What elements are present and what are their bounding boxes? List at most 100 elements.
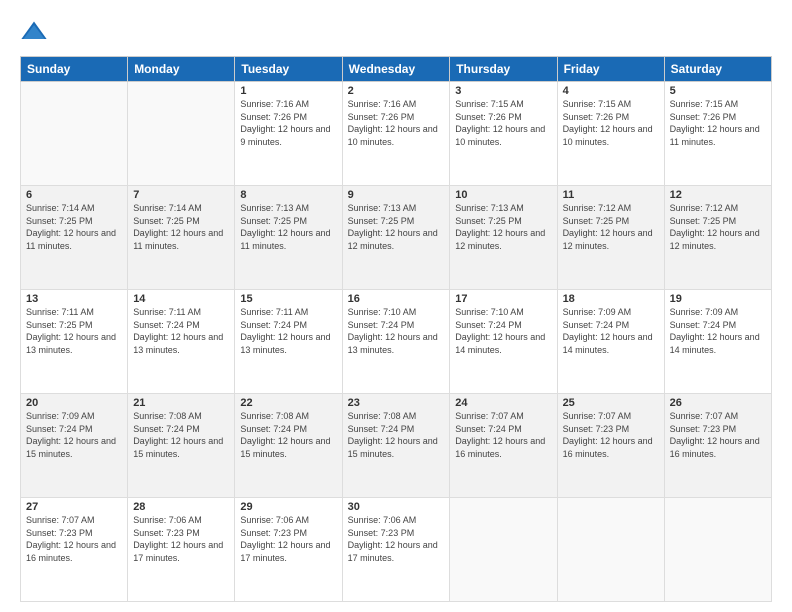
day-number: 21 bbox=[133, 397, 229, 409]
day-info: Sunrise: 7:08 AMSunset: 7:24 PMDaylight:… bbox=[348, 410, 445, 460]
day-number: 26 bbox=[670, 397, 766, 409]
calendar-empty-cell bbox=[128, 82, 235, 186]
calendar-day-23: 23Sunrise: 7:08 AMSunset: 7:24 PMDayligh… bbox=[342, 394, 450, 498]
day-info: Sunrise: 7:16 AMSunset: 7:26 PMDaylight:… bbox=[348, 98, 445, 148]
day-info: Sunrise: 7:06 AMSunset: 7:23 PMDaylight:… bbox=[240, 514, 336, 564]
calendar-day-24: 24Sunrise: 7:07 AMSunset: 7:24 PMDayligh… bbox=[450, 394, 557, 498]
day-info: Sunrise: 7:07 AMSunset: 7:23 PMDaylight:… bbox=[26, 514, 122, 564]
day-info: Sunrise: 7:08 AMSunset: 7:24 PMDaylight:… bbox=[240, 410, 336, 460]
header-thursday: Thursday bbox=[450, 57, 557, 82]
day-number: 3 bbox=[455, 85, 551, 97]
day-number: 13 bbox=[26, 293, 122, 305]
day-number: 25 bbox=[563, 397, 659, 409]
day-info: Sunrise: 7:07 AMSunset: 7:24 PMDaylight:… bbox=[455, 410, 551, 460]
calendar-day-3: 3Sunrise: 7:15 AMSunset: 7:26 PMDaylight… bbox=[450, 82, 557, 186]
day-number: 16 bbox=[348, 293, 445, 305]
day-info: Sunrise: 7:13 AMSunset: 7:25 PMDaylight:… bbox=[348, 202, 445, 252]
day-number: 11 bbox=[563, 189, 659, 201]
day-number: 1 bbox=[240, 85, 336, 97]
calendar-day-30: 30Sunrise: 7:06 AMSunset: 7:23 PMDayligh… bbox=[342, 498, 450, 602]
calendar-day-19: 19Sunrise: 7:09 AMSunset: 7:24 PMDayligh… bbox=[664, 290, 771, 394]
calendar-day-1: 1Sunrise: 7:16 AMSunset: 7:26 PMDaylight… bbox=[235, 82, 342, 186]
day-info: Sunrise: 7:09 AMSunset: 7:24 PMDaylight:… bbox=[670, 306, 766, 356]
day-info: Sunrise: 7:11 AMSunset: 7:25 PMDaylight:… bbox=[26, 306, 122, 356]
day-info: Sunrise: 7:06 AMSunset: 7:23 PMDaylight:… bbox=[133, 514, 229, 564]
day-info: Sunrise: 7:15 AMSunset: 7:26 PMDaylight:… bbox=[670, 98, 766, 148]
day-number: 24 bbox=[455, 397, 551, 409]
header-tuesday: Tuesday bbox=[235, 57, 342, 82]
day-info: Sunrise: 7:11 AMSunset: 7:24 PMDaylight:… bbox=[133, 306, 229, 356]
calendar-week-row: 13Sunrise: 7:11 AMSunset: 7:25 PMDayligh… bbox=[21, 290, 772, 394]
calendar-day-11: 11Sunrise: 7:12 AMSunset: 7:25 PMDayligh… bbox=[557, 186, 664, 290]
header-saturday: Saturday bbox=[664, 57, 771, 82]
calendar-day-18: 18Sunrise: 7:09 AMSunset: 7:24 PMDayligh… bbox=[557, 290, 664, 394]
calendar-week-row: 27Sunrise: 7:07 AMSunset: 7:23 PMDayligh… bbox=[21, 498, 772, 602]
day-info: Sunrise: 7:15 AMSunset: 7:26 PMDaylight:… bbox=[563, 98, 659, 148]
day-info: Sunrise: 7:15 AMSunset: 7:26 PMDaylight:… bbox=[455, 98, 551, 148]
calendar-day-8: 8Sunrise: 7:13 AMSunset: 7:25 PMDaylight… bbox=[235, 186, 342, 290]
day-info: Sunrise: 7:16 AMSunset: 7:26 PMDaylight:… bbox=[240, 98, 336, 148]
calendar-day-25: 25Sunrise: 7:07 AMSunset: 7:23 PMDayligh… bbox=[557, 394, 664, 498]
day-number: 18 bbox=[563, 293, 659, 305]
calendar-week-row: 1Sunrise: 7:16 AMSunset: 7:26 PMDaylight… bbox=[21, 82, 772, 186]
day-info: Sunrise: 7:09 AMSunset: 7:24 PMDaylight:… bbox=[563, 306, 659, 356]
calendar-day-17: 17Sunrise: 7:10 AMSunset: 7:24 PMDayligh… bbox=[450, 290, 557, 394]
calendar-empty-cell bbox=[450, 498, 557, 602]
calendar-day-15: 15Sunrise: 7:11 AMSunset: 7:24 PMDayligh… bbox=[235, 290, 342, 394]
day-number: 8 bbox=[240, 189, 336, 201]
header-friday: Friday bbox=[557, 57, 664, 82]
calendar-day-28: 28Sunrise: 7:06 AMSunset: 7:23 PMDayligh… bbox=[128, 498, 235, 602]
calendar-week-row: 6Sunrise: 7:14 AMSunset: 7:25 PMDaylight… bbox=[21, 186, 772, 290]
calendar-day-16: 16Sunrise: 7:10 AMSunset: 7:24 PMDayligh… bbox=[342, 290, 450, 394]
logo-icon bbox=[20, 18, 48, 46]
day-number: 30 bbox=[348, 501, 445, 513]
calendar-week-row: 20Sunrise: 7:09 AMSunset: 7:24 PMDayligh… bbox=[21, 394, 772, 498]
day-info: Sunrise: 7:07 AMSunset: 7:23 PMDaylight:… bbox=[670, 410, 766, 460]
calendar-day-5: 5Sunrise: 7:15 AMSunset: 7:26 PMDaylight… bbox=[664, 82, 771, 186]
day-info: Sunrise: 7:12 AMSunset: 7:25 PMDaylight:… bbox=[563, 202, 659, 252]
calendar-day-20: 20Sunrise: 7:09 AMSunset: 7:24 PMDayligh… bbox=[21, 394, 128, 498]
day-number: 23 bbox=[348, 397, 445, 409]
day-info: Sunrise: 7:10 AMSunset: 7:24 PMDaylight:… bbox=[348, 306, 445, 356]
day-number: 14 bbox=[133, 293, 229, 305]
day-number: 9 bbox=[348, 189, 445, 201]
calendar-day-4: 4Sunrise: 7:15 AMSunset: 7:26 PMDaylight… bbox=[557, 82, 664, 186]
calendar-day-14: 14Sunrise: 7:11 AMSunset: 7:24 PMDayligh… bbox=[128, 290, 235, 394]
calendar-day-22: 22Sunrise: 7:08 AMSunset: 7:24 PMDayligh… bbox=[235, 394, 342, 498]
day-number: 10 bbox=[455, 189, 551, 201]
calendar-empty-cell bbox=[21, 82, 128, 186]
day-number: 17 bbox=[455, 293, 551, 305]
day-info: Sunrise: 7:10 AMSunset: 7:24 PMDaylight:… bbox=[455, 306, 551, 356]
day-info: Sunrise: 7:13 AMSunset: 7:25 PMDaylight:… bbox=[240, 202, 336, 252]
day-info: Sunrise: 7:12 AMSunset: 7:25 PMDaylight:… bbox=[670, 202, 766, 252]
day-number: 2 bbox=[348, 85, 445, 97]
calendar-header-row: SundayMondayTuesdayWednesdayThursdayFrid… bbox=[21, 57, 772, 82]
day-info: Sunrise: 7:08 AMSunset: 7:24 PMDaylight:… bbox=[133, 410, 229, 460]
day-number: 5 bbox=[670, 85, 766, 97]
day-number: 20 bbox=[26, 397, 122, 409]
header-sunday: Sunday bbox=[21, 57, 128, 82]
day-info: Sunrise: 7:09 AMSunset: 7:24 PMDaylight:… bbox=[26, 410, 122, 460]
day-number: 6 bbox=[26, 189, 122, 201]
day-info: Sunrise: 7:06 AMSunset: 7:23 PMDaylight:… bbox=[348, 514, 445, 564]
day-number: 12 bbox=[670, 189, 766, 201]
calendar-day-9: 9Sunrise: 7:13 AMSunset: 7:25 PMDaylight… bbox=[342, 186, 450, 290]
calendar-table: SundayMondayTuesdayWednesdayThursdayFrid… bbox=[20, 56, 772, 602]
day-info: Sunrise: 7:11 AMSunset: 7:24 PMDaylight:… bbox=[240, 306, 336, 356]
calendar-day-10: 10Sunrise: 7:13 AMSunset: 7:25 PMDayligh… bbox=[450, 186, 557, 290]
header-wednesday: Wednesday bbox=[342, 57, 450, 82]
day-info: Sunrise: 7:14 AMSunset: 7:25 PMDaylight:… bbox=[133, 202, 229, 252]
day-number: 27 bbox=[26, 501, 122, 513]
header-monday: Monday bbox=[128, 57, 235, 82]
calendar-day-13: 13Sunrise: 7:11 AMSunset: 7:25 PMDayligh… bbox=[21, 290, 128, 394]
day-number: 28 bbox=[133, 501, 229, 513]
calendar-empty-cell bbox=[664, 498, 771, 602]
calendar-day-29: 29Sunrise: 7:06 AMSunset: 7:23 PMDayligh… bbox=[235, 498, 342, 602]
page-header bbox=[20, 18, 772, 46]
calendar-day-12: 12Sunrise: 7:12 AMSunset: 7:25 PMDayligh… bbox=[664, 186, 771, 290]
calendar-day-6: 6Sunrise: 7:14 AMSunset: 7:25 PMDaylight… bbox=[21, 186, 128, 290]
calendar-day-7: 7Sunrise: 7:14 AMSunset: 7:25 PMDaylight… bbox=[128, 186, 235, 290]
day-number: 29 bbox=[240, 501, 336, 513]
day-info: Sunrise: 7:14 AMSunset: 7:25 PMDaylight:… bbox=[26, 202, 122, 252]
logo bbox=[20, 18, 52, 46]
